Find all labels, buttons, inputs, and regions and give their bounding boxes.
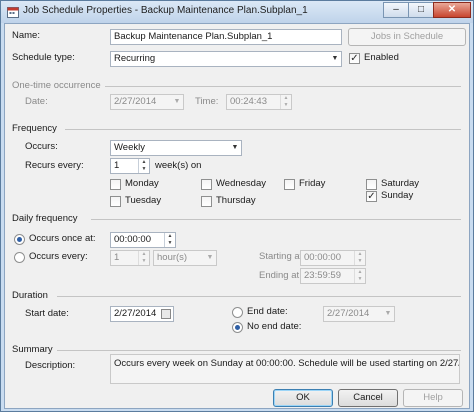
one-time-date-value: 2/27/2014 — [114, 96, 157, 107]
start-date-value: 2/27/2014 — [114, 308, 157, 319]
recurs-every-value: 1 — [114, 160, 120, 171]
minimize-button[interactable]: ‒ — [383, 2, 409, 18]
chevron-down-icon: ▼ — [231, 144, 239, 151]
calendar-icon — [7, 7, 19, 18]
ok-button[interactable]: OK — [273, 389, 333, 407]
daily-section-title: Daily frequency — [12, 213, 78, 224]
duration-section-title: Duration — [12, 290, 48, 301]
chevron-down-icon: ▼ — [331, 55, 339, 62]
occurs-every-unit-value: hour(s) — [157, 252, 188, 263]
ending-at-label: Ending at: — [259, 270, 302, 281]
end-date-value: 2/27/2014 — [327, 308, 370, 319]
dialog-window: Job Schedule Properties - Backup Mainten… — [0, 0, 474, 412]
frequency-divider — [65, 129, 461, 130]
no-end-date-radio[interactable] — [232, 322, 243, 333]
cancel-button[interactable]: Cancel — [338, 389, 398, 407]
recurs-unit-label: week(s) on — [155, 160, 202, 171]
schedule-type-select[interactable]: Recurring ▼ — [110, 51, 342, 67]
starting-at-label: Starting at: — [259, 251, 305, 262]
ending-at-value: 23:59:59 — [304, 270, 341, 281]
spinner-arrows-icon[interactable]: ▲ ▼ — [354, 251, 365, 265]
one-time-divider — [105, 86, 461, 87]
name-input[interactable]: Backup Maintenance Plan.Subplan_1 — [110, 29, 342, 45]
occurs-once-time-input[interactable]: 00:00:00 ▲ ▼ — [110, 232, 176, 248]
enabled-checkbox[interactable]: ✓ — [349, 53, 360, 64]
help-button[interactable]: Help — [403, 389, 463, 407]
description-textbox[interactable]: Occurs every week on Sunday at 00:00:00.… — [110, 354, 460, 384]
chevron-down-icon: ▼ — [206, 254, 214, 261]
title-bar[interactable]: Job Schedule Properties - Backup Mainten… — [1, 1, 473, 23]
frequency-section-title: Frequency — [12, 123, 57, 134]
one-time-section-title: One-time occurrence — [12, 80, 101, 91]
close-button[interactable]: ✕ — [433, 2, 471, 18]
spinner-arrows-icon[interactable]: ▲ ▼ — [354, 269, 365, 283]
end-date-picker[interactable]: 2/27/2014 ▼ — [323, 306, 395, 322]
occurs-every-radio[interactable] — [14, 252, 25, 263]
wednesday-label[interactable]: Wednesday — [216, 178, 266, 189]
chevron-down-icon: ▼ — [384, 310, 392, 317]
summary-divider — [57, 350, 461, 351]
occurs-once-time-value: 00:00:00 — [114, 234, 151, 245]
tuesday-checkbox[interactable] — [110, 196, 121, 207]
tuesday-label[interactable]: Tuesday — [125, 195, 161, 206]
maximize-icon: □ — [417, 4, 425, 15]
chevron-down-icon: ▼ — [173, 98, 181, 105]
end-date-radio[interactable] — [232, 307, 243, 318]
ending-at-input[interactable]: 23:59:59 ▲ ▼ — [300, 268, 366, 284]
friday-label[interactable]: Friday — [299, 178, 325, 189]
occurs-once-radio[interactable] — [14, 234, 25, 245]
starting-at-input[interactable]: 00:00:00 ▲ ▼ — [300, 250, 366, 266]
occurs-value: Weekly — [114, 142, 145, 153]
spinner-arrows-icon[interactable]: ▲ ▼ — [138, 251, 149, 265]
one-time-date-picker[interactable]: 2/27/2014 ▼ — [110, 94, 184, 110]
no-end-date-label[interactable]: No end date: — [247, 321, 301, 332]
minimize-icon: ‒ — [393, 4, 399, 15]
end-date-label[interactable]: End date: — [247, 306, 288, 317]
occurs-label: Occurs: — [25, 141, 58, 152]
summary-section-title: Summary — [12, 344, 53, 355]
name-label: Name: — [12, 30, 40, 41]
duration-divider — [57, 296, 461, 297]
description-label: Description: — [25, 360, 76, 371]
occurs-every-unit-select[interactable]: hour(s) ▼ — [153, 250, 217, 266]
recurs-every-label: Recurs every: — [25, 160, 84, 171]
saturday-label[interactable]: Saturday — [381, 178, 419, 189]
close-icon: ✕ — [447, 4, 457, 15]
recurs-every-input[interactable]: 1 ▲ ▼ — [110, 158, 150, 174]
window-title: Job Schedule Properties - Backup Mainten… — [23, 5, 308, 16]
starting-at-value: 00:00:00 — [304, 252, 341, 263]
occurs-every-value: 1 — [114, 252, 120, 263]
one-time-time-label: Time: — [195, 96, 219, 107]
spinner-arrows-icon[interactable]: ▲ ▼ — [138, 159, 149, 173]
saturday-checkbox[interactable] — [366, 179, 377, 190]
occurs-every-label[interactable]: Occurs every: — [29, 251, 88, 262]
monday-checkbox[interactable] — [110, 179, 121, 190]
jobs-in-schedule-button[interactable]: Jobs in Schedule — [348, 28, 466, 46]
one-time-time-value: 00:24:43 — [230, 96, 267, 107]
one-time-date-label: Date: — [25, 96, 48, 107]
start-date-label: Start date: — [25, 308, 69, 319]
calendar-picker-icon[interactable] — [161, 309, 171, 319]
schedule-type-label: Schedule type: — [12, 52, 75, 63]
dialog-body: Name: Backup Maintenance Plan.Subplan_1 … — [4, 23, 470, 409]
monday-label[interactable]: Monday — [125, 178, 159, 189]
occurs-every-input[interactable]: 1 ▲ ▼ — [110, 250, 150, 266]
sunday-label[interactable]: Sunday — [381, 190, 413, 201]
spinner-arrows-icon[interactable]: ▲ ▼ — [280, 95, 291, 109]
wednesday-checkbox[interactable] — [201, 179, 212, 190]
thursday-label[interactable]: Thursday — [216, 195, 256, 206]
occurs-once-label[interactable]: Occurs once at: — [29, 233, 96, 244]
maximize-button[interactable]: □ — [408, 2, 434, 18]
friday-checkbox[interactable] — [284, 179, 295, 190]
start-date-picker[interactable]: 2/27/2014 — [110, 306, 174, 322]
one-time-time-input[interactable]: 00:24:43 ▲ ▼ — [226, 94, 292, 110]
thursday-checkbox[interactable] — [201, 196, 212, 207]
occurs-select[interactable]: Weekly ▼ — [110, 140, 242, 156]
spinner-arrows-icon[interactable]: ▲ ▼ — [164, 233, 175, 247]
enabled-label[interactable]: Enabled — [364, 52, 399, 63]
schedule-type-value: Recurring — [114, 53, 156, 64]
daily-divider — [91, 219, 461, 220]
sunday-checkbox[interactable]: ✓ — [366, 191, 377, 202]
